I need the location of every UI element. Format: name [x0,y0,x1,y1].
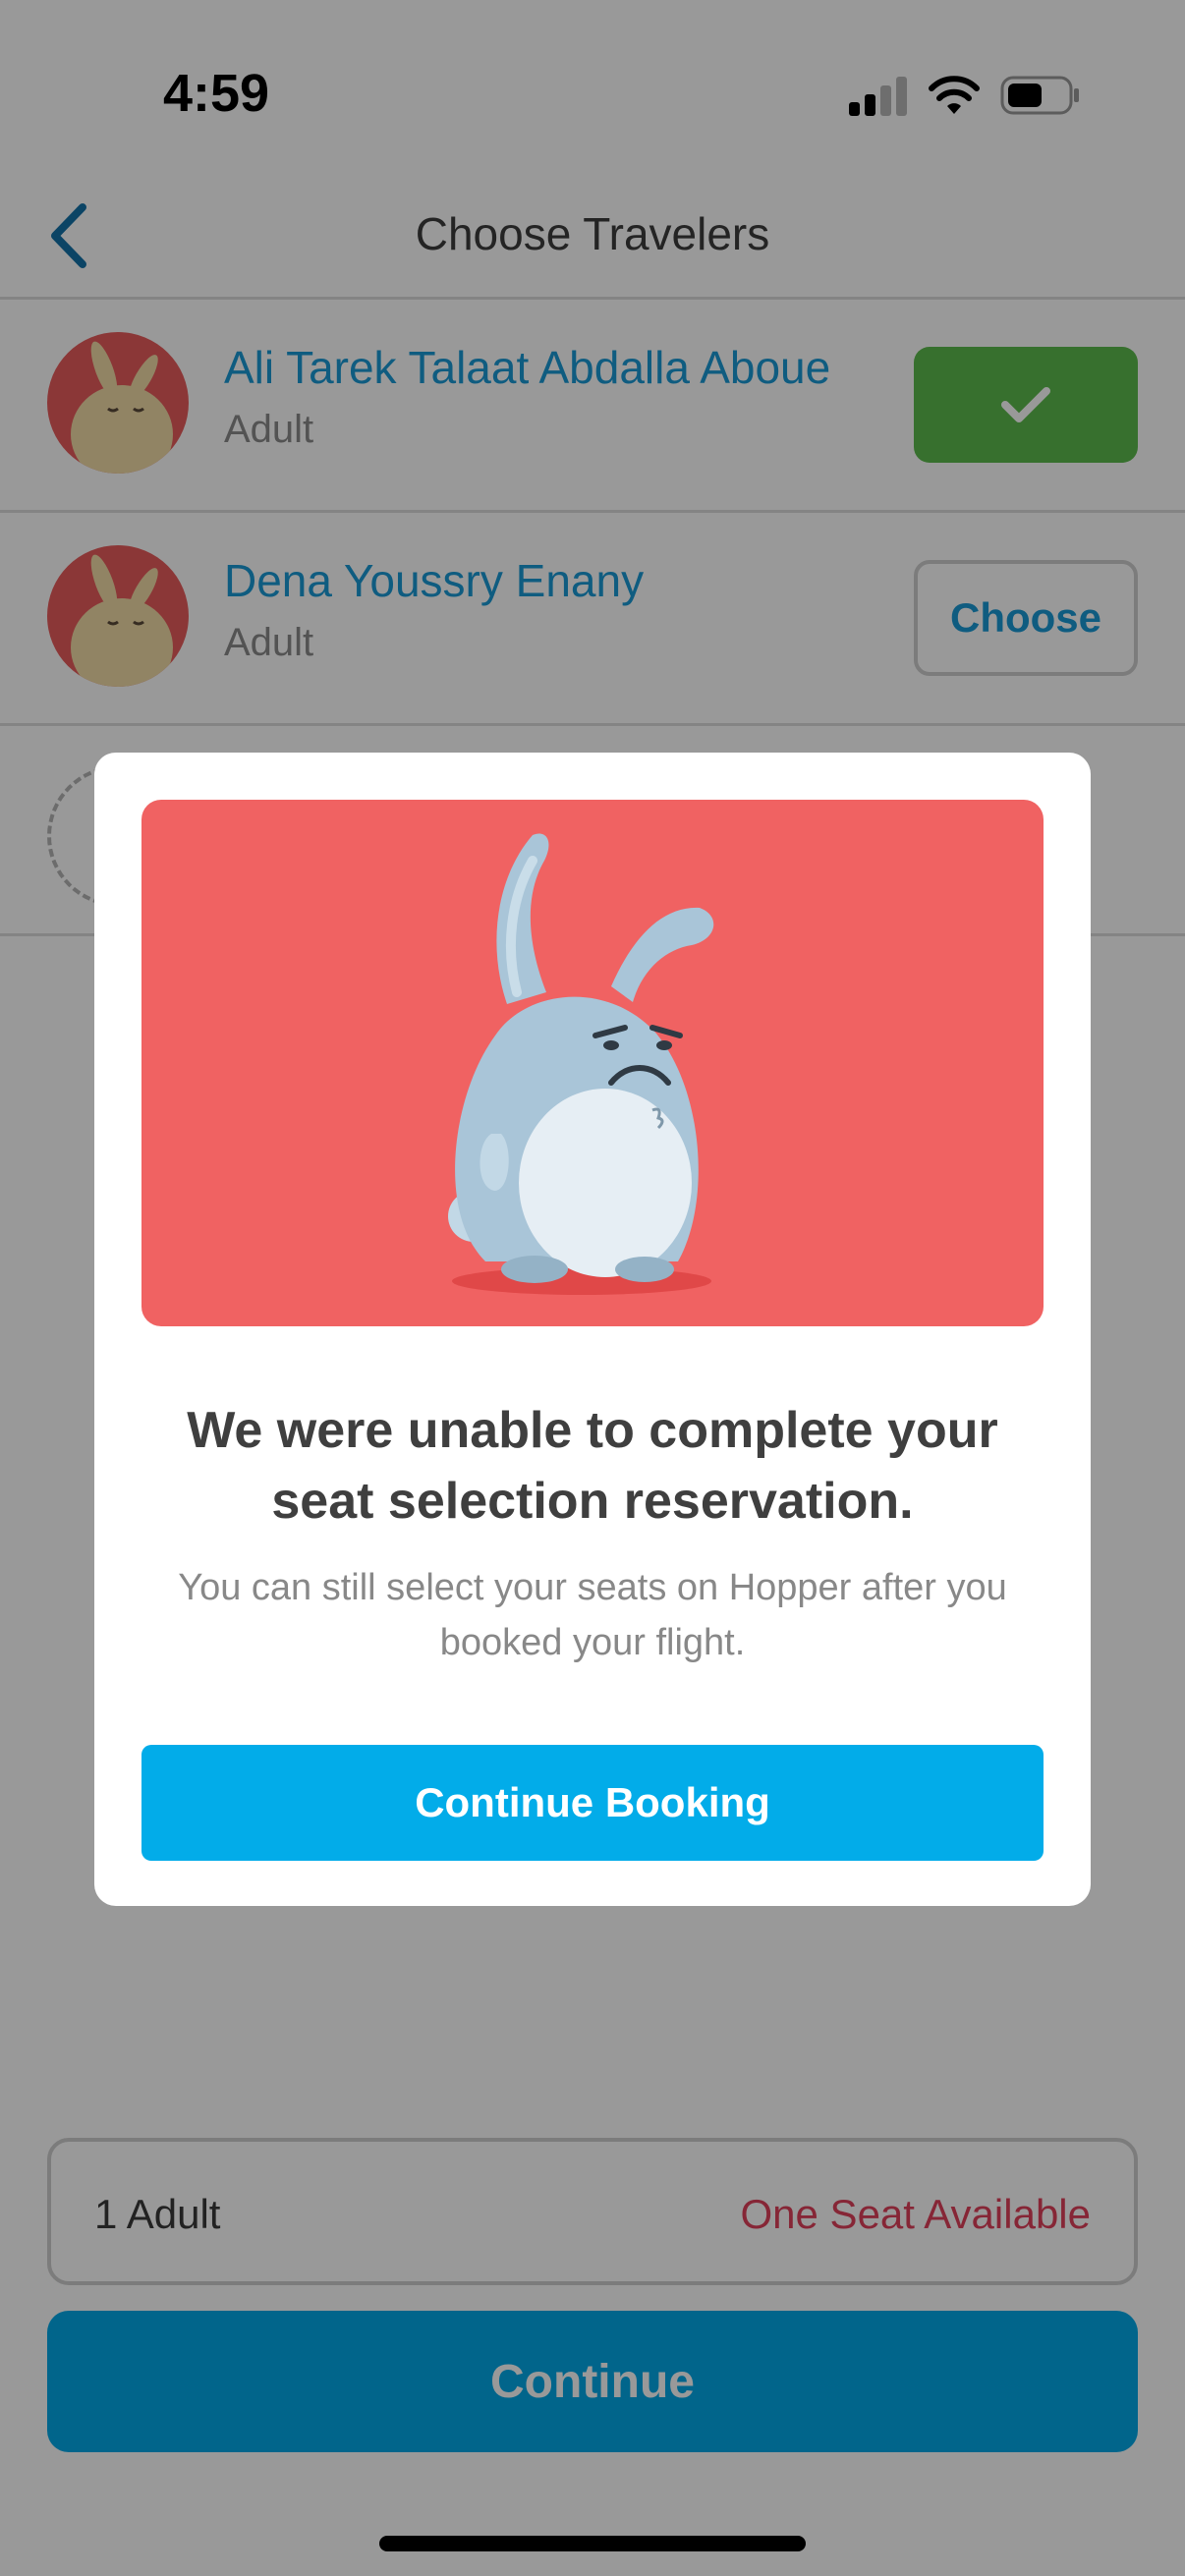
continue-booking-button[interactable]: Continue Booking [141,1745,1044,1861]
sad-bunny-illustration [141,800,1044,1326]
modal-title: We were unable to complete your seat sel… [187,1402,998,1530]
home-indicator[interactable] [379,2536,806,2551]
modal-message: You can still select your seats on Hoppe… [178,1567,1007,1663]
error-modal: We were unable to complete your seat sel… [94,753,1091,1906]
sad-bunny-icon [448,833,714,1295]
